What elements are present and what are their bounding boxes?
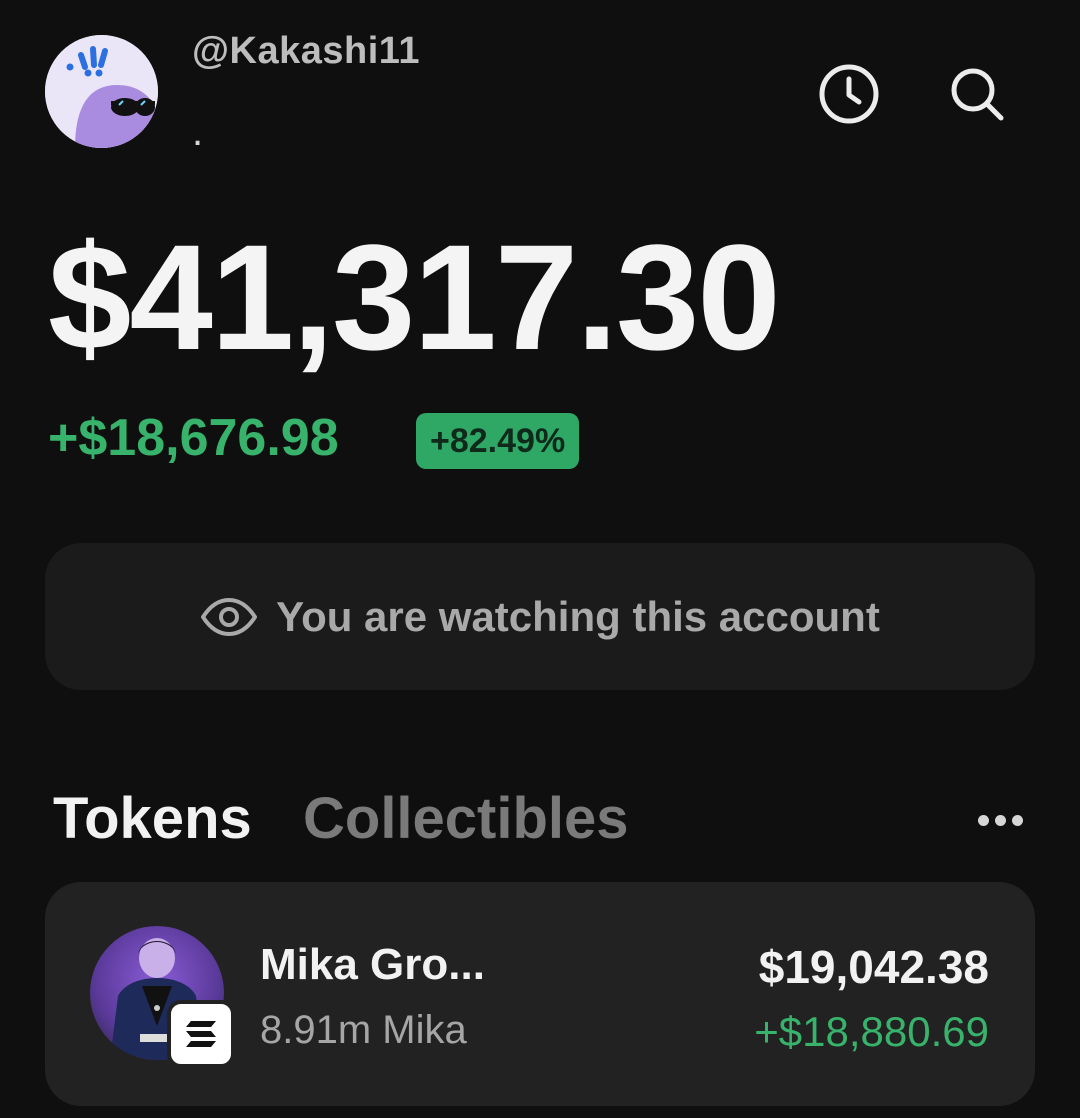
clock-icon	[819, 64, 879, 124]
ellipsis-icon-dot	[994, 814, 1006, 826]
account-subline: .	[192, 110, 204, 154]
balance-change-percent-badge: +82.49%	[416, 413, 580, 469]
token-amount: 8.91m Mika	[260, 1008, 467, 1052]
avatar[interactable]	[45, 35, 158, 148]
ellipsis-icon-dot	[977, 814, 989, 826]
tab-collectibles[interactable]: Collectibles	[303, 790, 629, 848]
username[interactable]: @Kakashi11	[192, 30, 420, 73]
balance-change-amount: +$18,676.98	[48, 409, 339, 467]
avatar-ghost-icon	[45, 35, 158, 148]
total-balance: $41,317.30	[48, 213, 781, 381]
token-row[interactable]: Mika Gro... 8.91m Mika $19,042.38 +$18,8…	[45, 882, 1035, 1106]
search-icon	[951, 68, 1004, 121]
eye-icon	[201, 597, 258, 636]
ellipsis-icon-dot	[1011, 814, 1023, 826]
tab-tokens[interactable]: Tokens	[53, 790, 252, 848]
token-value: $19,042.38	[758, 941, 989, 993]
search-button[interactable]	[945, 62, 1009, 126]
more-options-button[interactable]	[968, 800, 1032, 840]
chain-badge	[167, 1000, 235, 1068]
watching-account-banner: You are watching this account	[45, 543, 1035, 690]
watching-account-text: You are watching this account	[276, 592, 880, 640]
token-change: +$18,880.69	[754, 1008, 989, 1055]
history-button[interactable]	[817, 62, 881, 126]
token-name: Mika Gro...	[260, 940, 485, 989]
solana-icon	[186, 1021, 216, 1047]
